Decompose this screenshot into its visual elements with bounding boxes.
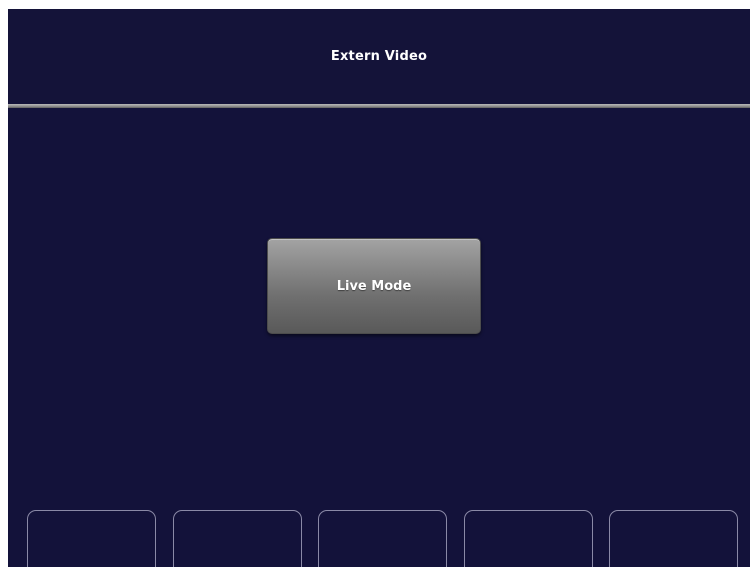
live-mode-button[interactable]: Live Mode [267,238,481,334]
live-mode-label: Live Mode [336,278,412,294]
softkey-5[interactable] [609,510,738,567]
header-bar: Extern Video [8,9,750,105]
softkey-2[interactable] [173,510,302,567]
softkey-4[interactable] [464,510,593,567]
header-divider [8,104,750,108]
extern-video-screen: Extern Video Live Mode [8,9,750,567]
page-title: Extern Video [330,49,428,64]
softkey-1[interactable] [27,510,156,567]
softkey-3[interactable] [318,510,447,567]
